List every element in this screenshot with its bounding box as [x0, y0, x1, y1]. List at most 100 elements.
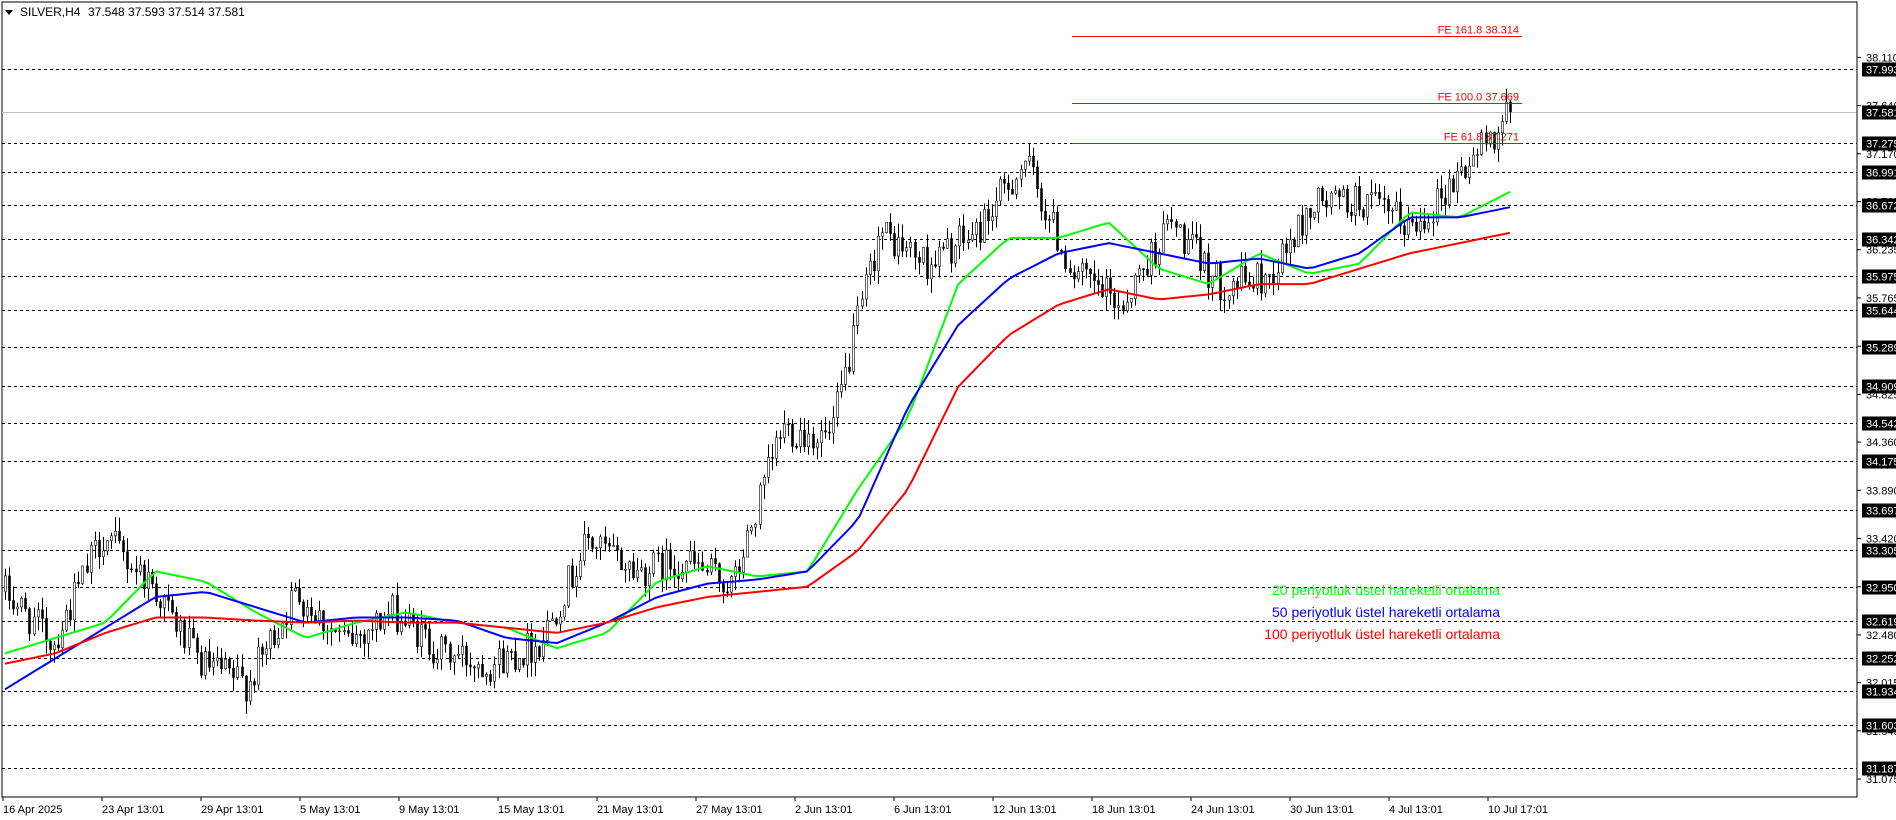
candle-body: [559, 616, 562, 625]
candle-body: [1138, 268, 1141, 276]
candle-body: [922, 247, 925, 263]
candle-body: [958, 225, 961, 247]
candle-body: [1179, 224, 1182, 228]
candle-body: [885, 222, 888, 233]
candle[interactable]: [1179, 224, 1182, 228]
candle-body: [1044, 210, 1047, 221]
candle-body: [216, 657, 219, 662]
candle-body: [473, 666, 476, 669]
level-label: 33.305: [1866, 546, 1896, 558]
candle-body: [4, 575, 7, 593]
candle-body: [1354, 185, 1357, 216]
candle-body: [1313, 211, 1316, 218]
candle[interactable]: [922, 247, 925, 265]
candle-body: [1460, 166, 1463, 172]
candle-body: [498, 648, 501, 665]
candle-body: [1020, 169, 1023, 180]
candle[interactable]: [885, 222, 888, 234]
candle-body: [65, 610, 68, 631]
candle-body: [1297, 215, 1300, 248]
candle-body: [1383, 198, 1386, 200]
candle-body: [551, 618, 554, 621]
candle-body: [1113, 292, 1116, 308]
candle-body: [1036, 166, 1039, 189]
candle-body: [118, 530, 121, 541]
candle-body: [1505, 101, 1508, 122]
candle-body: [351, 632, 354, 644]
candle-body: [706, 570, 709, 573]
candle-body: [1244, 265, 1247, 283]
candle-body: [914, 241, 917, 258]
candle-body: [616, 545, 619, 551]
candle-body: [1130, 298, 1133, 303]
y-tick-label: 36.235: [1866, 245, 1896, 257]
candle-body: [799, 429, 802, 447]
candle-body: [1060, 250, 1063, 252]
candle-body: [1240, 265, 1243, 288]
candle-body: [640, 567, 643, 571]
candle[interactable]: [204, 646, 207, 680]
candle-body: [20, 598, 23, 608]
candle-body: [1407, 219, 1410, 235]
candle-body: [832, 417, 835, 434]
candle[interactable]: [999, 176, 1002, 206]
candle-body: [750, 526, 753, 532]
candle-body: [918, 257, 921, 263]
candle-body: [139, 564, 142, 573]
candle[interactable]: [983, 203, 986, 243]
candle[interactable]: [81, 565, 84, 585]
candle[interactable]: [1464, 164, 1467, 180]
candle-body: [803, 429, 806, 448]
plot-area[interactable]: [1, 1, 1858, 798]
level-label: 31.934: [1866, 687, 1896, 699]
ohlc-readout: 37.548 37.593 37.514 37.581: [88, 5, 245, 19]
candle-body: [273, 630, 276, 646]
level-label: 37.993: [1866, 65, 1896, 77]
candle-body: [424, 624, 427, 630]
candle-body: [359, 634, 362, 636]
candle-body: [1073, 272, 1076, 280]
candle-body: [453, 655, 456, 663]
candle-body: [967, 239, 970, 243]
candle-body: [856, 305, 859, 326]
candle-body: [440, 636, 443, 660]
level-label: 36.342: [1866, 235, 1896, 247]
candle-body: [1223, 299, 1226, 302]
candle-body: [53, 644, 56, 650]
candle-body: [652, 552, 655, 574]
candle-body: [188, 627, 191, 648]
candle-body: [1350, 211, 1353, 216]
candle-body: [1444, 197, 1447, 205]
candle-body: [228, 658, 231, 669]
candle-body: [1395, 201, 1398, 211]
x-tick-label: 21 May 13:01: [597, 804, 664, 816]
candle[interactable]: [1056, 205, 1059, 252]
candle[interactable]: [759, 482, 762, 530]
candle-body: [893, 233, 896, 257]
candle[interactable]: [1297, 214, 1300, 248]
candle[interactable]: [1281, 239, 1284, 276]
x-tick-label: 9 May 13:01: [399, 804, 460, 816]
y-tick-label: 35.765: [1866, 293, 1896, 305]
candle-body: [783, 423, 786, 439]
candle-body: [718, 563, 721, 584]
candle-body: [1064, 250, 1067, 269]
candle-body: [302, 601, 305, 617]
candle[interactable]: [620, 547, 623, 571]
candle-body: [469, 664, 472, 668]
candle-body: [1085, 262, 1088, 270]
x-tick-label: 30 Jun 13:01: [1290, 804, 1354, 816]
candle-body: [241, 666, 244, 677]
candle-body: [41, 609, 44, 619]
chart-header: SILVER,H4 37.548 37.593 37.514 37.581: [5, 5, 245, 19]
candle-body: [514, 651, 517, 670]
candle-body: [1052, 212, 1055, 220]
candle[interactable]: [652, 549, 655, 578]
candle-body: [1423, 221, 1426, 230]
candle[interactable]: [1183, 222, 1186, 259]
candle[interactable]: [567, 565, 570, 609]
y-tick-label: 32.480: [1866, 630, 1896, 642]
candle-body: [1077, 271, 1080, 280]
price-chart[interactable]: FE 161.8 38.314 FE 100.0 37.669 FE 61.8 37…: [0, 0, 1896, 820]
candle-body: [102, 550, 105, 558]
